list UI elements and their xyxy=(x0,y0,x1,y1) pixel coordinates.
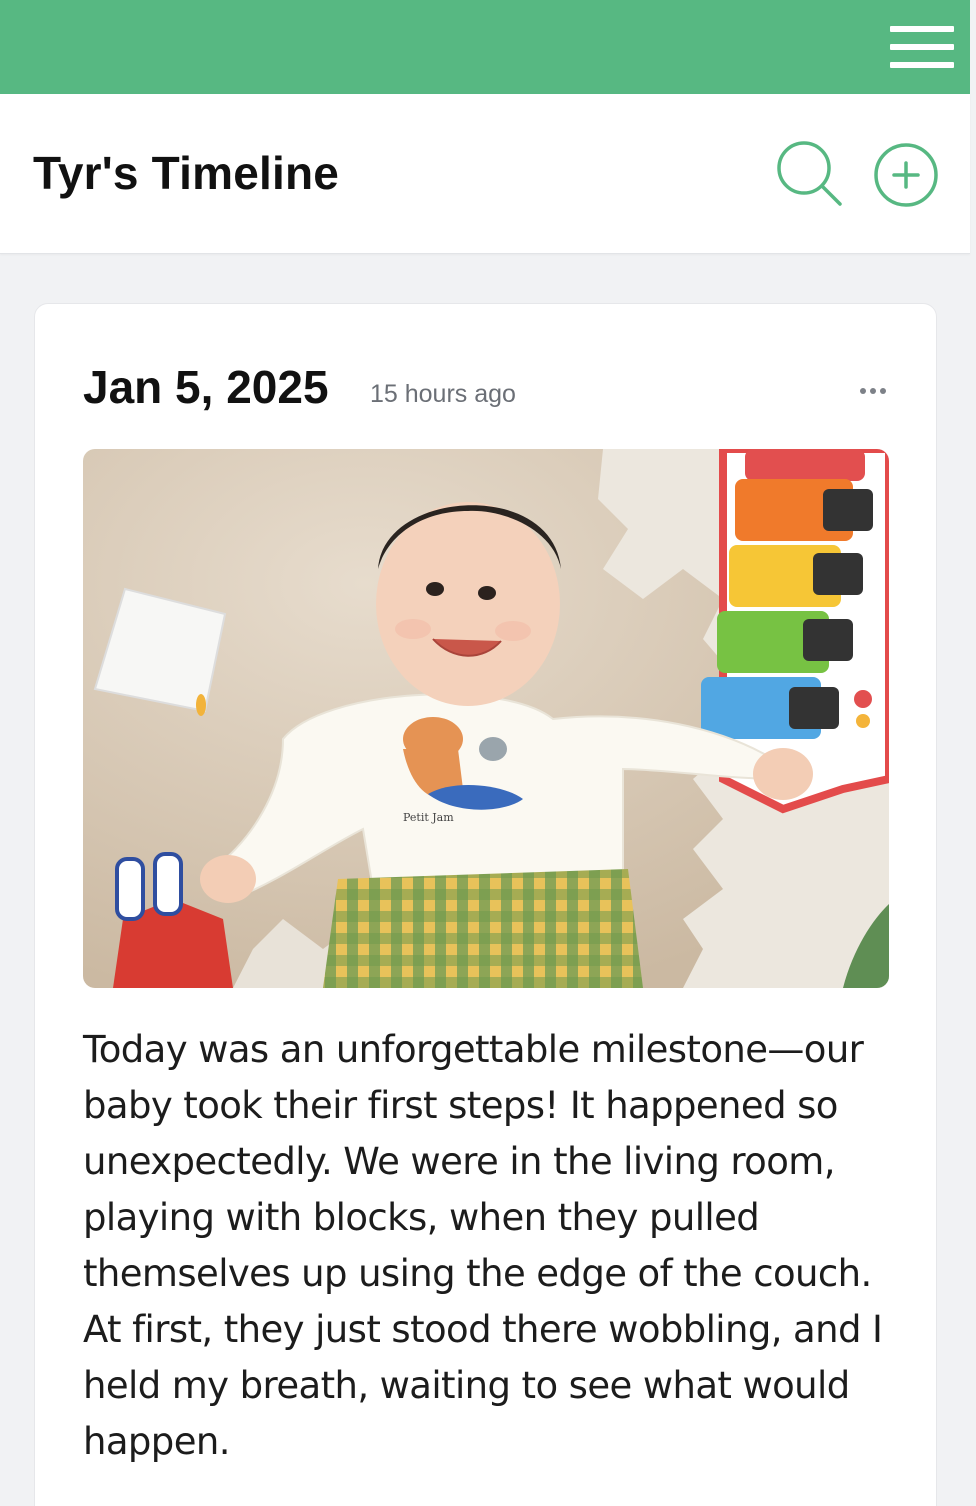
menu-line xyxy=(890,44,954,50)
baby-photo-illustration: Petit Jam xyxy=(83,449,889,988)
entry-relative-time: 15 hours ago xyxy=(370,380,516,408)
menu-line xyxy=(890,62,954,68)
dot xyxy=(870,388,876,394)
add-entry-button[interactable] xyxy=(873,142,939,208)
shirt-print-label: Petit Jam xyxy=(403,811,454,824)
timeline-entry-card: Jan 5, 2025 15 hours ago Petit Jam Today… xyxy=(34,303,937,1506)
more-options-icon[interactable] xyxy=(860,384,890,398)
search-button[interactable] xyxy=(776,140,844,208)
search-icon xyxy=(777,141,842,206)
page-header: Tyr's Timeline xyxy=(0,94,970,254)
entry-date: Jan 5, 2025 xyxy=(83,361,329,413)
top-app-bar xyxy=(0,0,970,94)
dot xyxy=(880,388,886,394)
page-title: Tyr's Timeline xyxy=(33,147,340,199)
hamburger-menu-icon[interactable] xyxy=(890,26,954,68)
dot xyxy=(860,388,866,394)
entry-photo[interactable]: Petit Jam xyxy=(83,449,889,988)
entry-body-text: Today was an unforgettable milestone—our… xyxy=(83,1028,883,1463)
add-circle-icon xyxy=(874,143,938,207)
menu-line xyxy=(890,26,954,32)
